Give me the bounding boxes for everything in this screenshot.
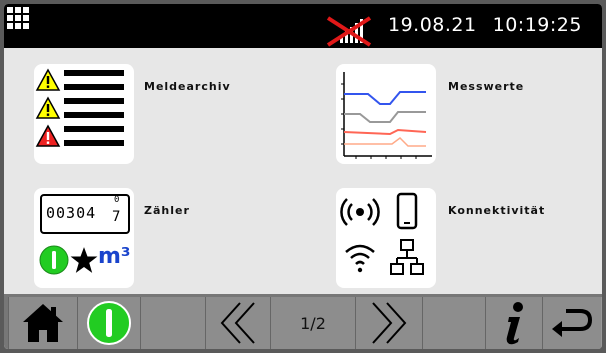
konnektivitaet-tile[interactable] [336,188,436,288]
counter-fraction: 0 [114,195,120,205]
status-bar: 19.08.21 10:19:25 [4,4,602,48]
empty-button-1[interactable] [140,297,206,349]
chevron-double-left-icon [220,302,255,344]
zaehler-label[interactable]: Zähler [144,204,190,217]
line-graph-icon [341,72,432,159]
previous-page-button[interactable] [205,297,271,349]
grid-menu-icon[interactable] [6,6,36,36]
counter-display: 00304 7 0 [40,194,130,234]
star-icon [70,247,98,273]
meldearchiv-label[interactable]: Meldearchiv [144,80,231,93]
messwerte-tile[interactable] [336,64,436,164]
smartphone-icon [396,192,418,230]
power-button[interactable] [77,297,141,349]
home-button[interactable] [8,297,78,349]
date-time: 19.08.21 10:19:25 [388,14,582,36]
counter-value: 00304 [46,204,97,222]
return-icon [552,309,593,337]
power-icon [87,301,131,345]
wifi-icon [345,244,375,273]
power-icon [39,245,69,275]
page-indicator: 1/2 [270,297,356,349]
meldearchiv-tile[interactable] [34,64,134,164]
info-icon [506,302,523,345]
empty-button-2[interactable] [422,297,486,349]
page-number: 1/2 [300,313,326,333]
home-icon [23,304,63,342]
broadcast-icon [340,198,380,226]
no-signal-icon [326,16,372,47]
bottom-bar: 1/2 [4,294,602,349]
unit-text: m³ [98,244,131,269]
info-button[interactable] [485,297,543,349]
date-text: 19.08.21 [388,14,477,36]
warning-list-icon [35,68,124,147]
konnektivitaet-label[interactable]: Konnektivität [448,204,545,217]
connectivity-icon [340,192,424,275]
zaehler-tile[interactable]: 00304 7 0 m³ [34,188,134,288]
device-screen: 19.08.21 10:19:25 Meldearchiv Messwerte … [4,4,602,349]
messwerte-label[interactable]: Messwerte [448,80,524,93]
next-page-button[interactable] [355,297,423,349]
network-icon [390,239,424,275]
time-text: 10:19:25 [492,14,582,36]
counter-last-digit: 7 [112,209,121,225]
chevron-double-right-icon [372,302,407,344]
main-menu: Meldearchiv Messwerte 00304 7 0 m³ Zähle… [4,48,602,294]
back-button[interactable] [542,297,602,349]
